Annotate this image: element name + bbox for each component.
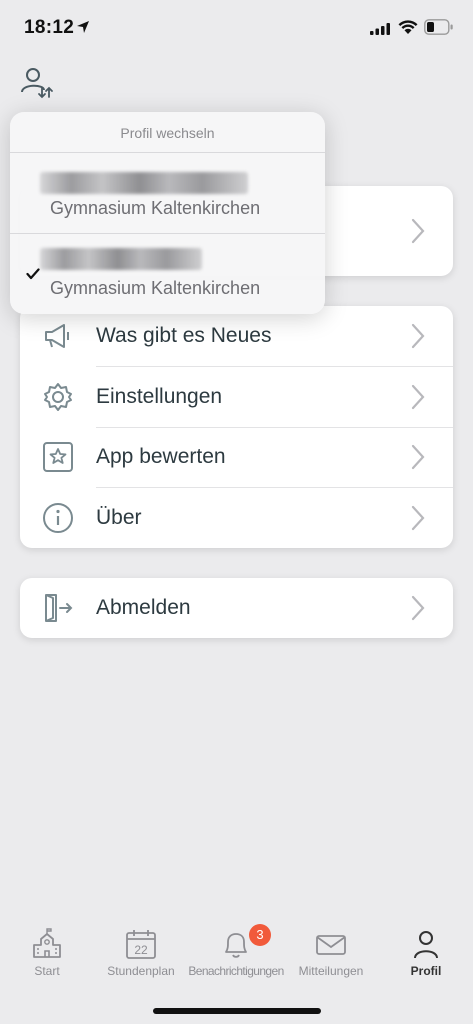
location-arrow-icon — [77, 21, 89, 33]
checkmark-icon — [26, 268, 40, 280]
chevron-right-icon — [411, 505, 425, 531]
profile-school: Gymnasium Kaltenkirchen — [50, 278, 261, 298]
calendar-icon: 22 — [126, 930, 156, 959]
menu-item-label: Einstellungen — [96, 385, 223, 408]
school-icon — [33, 928, 61, 958]
menu-item-rate-app[interactable]: App bewerten — [20, 427, 453, 487]
status-bar: 18:12 — [0, 0, 473, 56]
chevron-right-icon — [411, 384, 425, 410]
blurred-profile-name — [40, 248, 202, 270]
tab-profil[interactable]: Profil — [381, 918, 471, 988]
bell-icon — [225, 933, 247, 958]
person-icon — [414, 931, 438, 959]
chevron-right-icon — [411, 595, 425, 621]
menu-item-label: Über — [96, 506, 142, 529]
calendar-day: 22 — [134, 943, 148, 957]
profile-switch-popover: Profil wechseln Gymnasium Kaltenkirchen … — [10, 112, 325, 314]
menu-item-logout: Abmelden — [20, 578, 453, 638]
battery-icon — [424, 19, 453, 35]
info-icon — [43, 503, 73, 533]
logout-button[interactable]: Abmelden — [20, 578, 453, 638]
megaphone-icon — [45, 324, 69, 348]
logout-door-icon — [45, 594, 73, 622]
popover-title: Profil wechseln — [120, 125, 215, 141]
profile-option-selected[interactable]: Gymnasium Kaltenkirchen — [10, 234, 325, 314]
tab-label: Profil — [410, 964, 442, 978]
notification-badge: 3 — [249, 924, 271, 946]
cellular-signal-icon — [370, 23, 390, 35]
menu-card: Was gibt es Neues Einstellungen App bewe… — [20, 306, 453, 548]
menu-item-label: Was gibt es Neues — [96, 324, 272, 347]
star-icon — [43, 442, 73, 472]
wifi-icon — [398, 20, 418, 34]
home-indicator — [153, 1008, 321, 1014]
menu-item-news[interactable]: Was gibt es Neues — [20, 306, 453, 366]
tab-bar: Start 22 Stundenplan Benachrichtigungen … — [0, 918, 473, 998]
chevron-right-icon — [411, 444, 425, 470]
switch-profile-icon[interactable] — [20, 66, 56, 100]
gear-icon — [44, 383, 72, 411]
chevron-right-icon — [411, 323, 425, 349]
menu-item-about[interactable]: Über — [20, 488, 453, 548]
status-time: 18:12 — [24, 17, 75, 38]
profile-option[interactable]: Gymnasium Kaltenkirchen — [10, 153, 325, 233]
menu-item-settings[interactable]: Einstellungen — [20, 367, 453, 427]
menu-item-label: App bewerten — [96, 445, 226, 468]
chevron-right-icon — [411, 218, 425, 244]
blurred-profile-name — [40, 172, 248, 194]
profile-school: Gymnasium Kaltenkirchen — [50, 198, 261, 218]
mail-icon — [316, 935, 346, 955]
logout-label: Abmelden — [96, 596, 191, 619]
